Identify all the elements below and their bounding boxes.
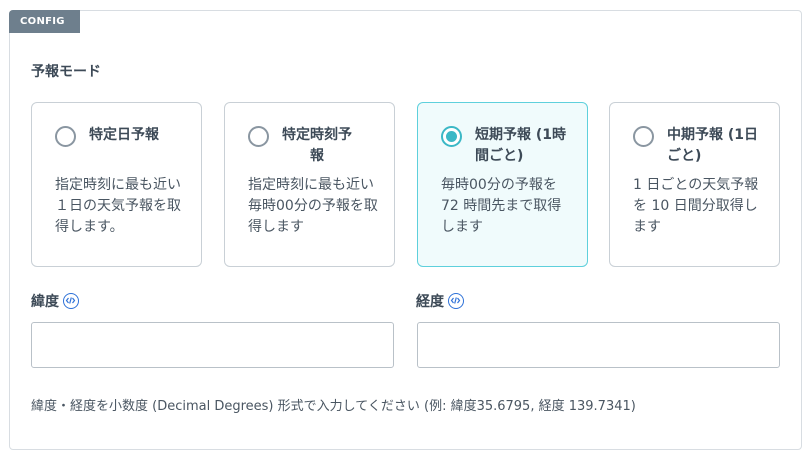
latitude-label: 緯度 bbox=[31, 294, 59, 310]
mode-option-description: 指定時刻に最も近い毎時00分の予報を取得します bbox=[248, 177, 378, 235]
longitude-label-group: 経度 bbox=[416, 291, 464, 311]
longitude-input[interactable] bbox=[417, 322, 780, 368]
mode-option-mid-term[interactable]: 中期予報 (1日ごと) 1 日ごとの天気予報を 10 日間分取得します bbox=[609, 102, 780, 267]
latitude-input[interactable] bbox=[31, 322, 394, 368]
coordinate-help-text: 緯度・経度を小数度 (Decimal Degrees) 形式で入力してください … bbox=[31, 399, 636, 414]
mode-option-description: 毎時00分の予報を72 時間先まで取得します bbox=[441, 177, 562, 235]
info-icon[interactable] bbox=[63, 293, 79, 309]
radio-button[interactable] bbox=[633, 126, 654, 147]
radio-button[interactable] bbox=[441, 126, 462, 147]
latitude-label-group: 緯度 bbox=[31, 291, 79, 311]
config-tag: CONFIG bbox=[9, 10, 80, 33]
mode-option-specific-time[interactable]: 特定時刻予報 指定時刻に最も近い毎時00分の予報を取得します bbox=[224, 102, 395, 267]
radio-button[interactable] bbox=[55, 126, 76, 147]
mode-option-description: 1 日ごとの天気予報を 10 日間分取得します bbox=[633, 177, 759, 235]
mode-option-specific-day[interactable]: 特定日予報 指定時刻に最も近い１日の天気予報を取得します。 bbox=[31, 102, 202, 267]
forecast-mode-label: 予報モード bbox=[31, 64, 101, 80]
radio-button[interactable] bbox=[248, 126, 269, 147]
mode-option-title: 中期予報 (1日ごと) bbox=[667, 127, 759, 164]
longitude-label: 経度 bbox=[416, 294, 444, 310]
info-icon[interactable] bbox=[448, 293, 464, 309]
mode-option-title: 特定時刻予報 bbox=[282, 127, 352, 164]
mode-option-description: 指定時刻に最も近い１日の天気予報を取得します。 bbox=[55, 177, 181, 235]
mode-option-short-term[interactable]: 短期予報 (1時間ごと) 毎時00分の予報を72 時間先まで取得します bbox=[417, 102, 588, 267]
mode-option-title: 短期予報 (1時間ごと) bbox=[475, 127, 567, 164]
mode-option-title: 特定日予報 bbox=[89, 127, 159, 143]
